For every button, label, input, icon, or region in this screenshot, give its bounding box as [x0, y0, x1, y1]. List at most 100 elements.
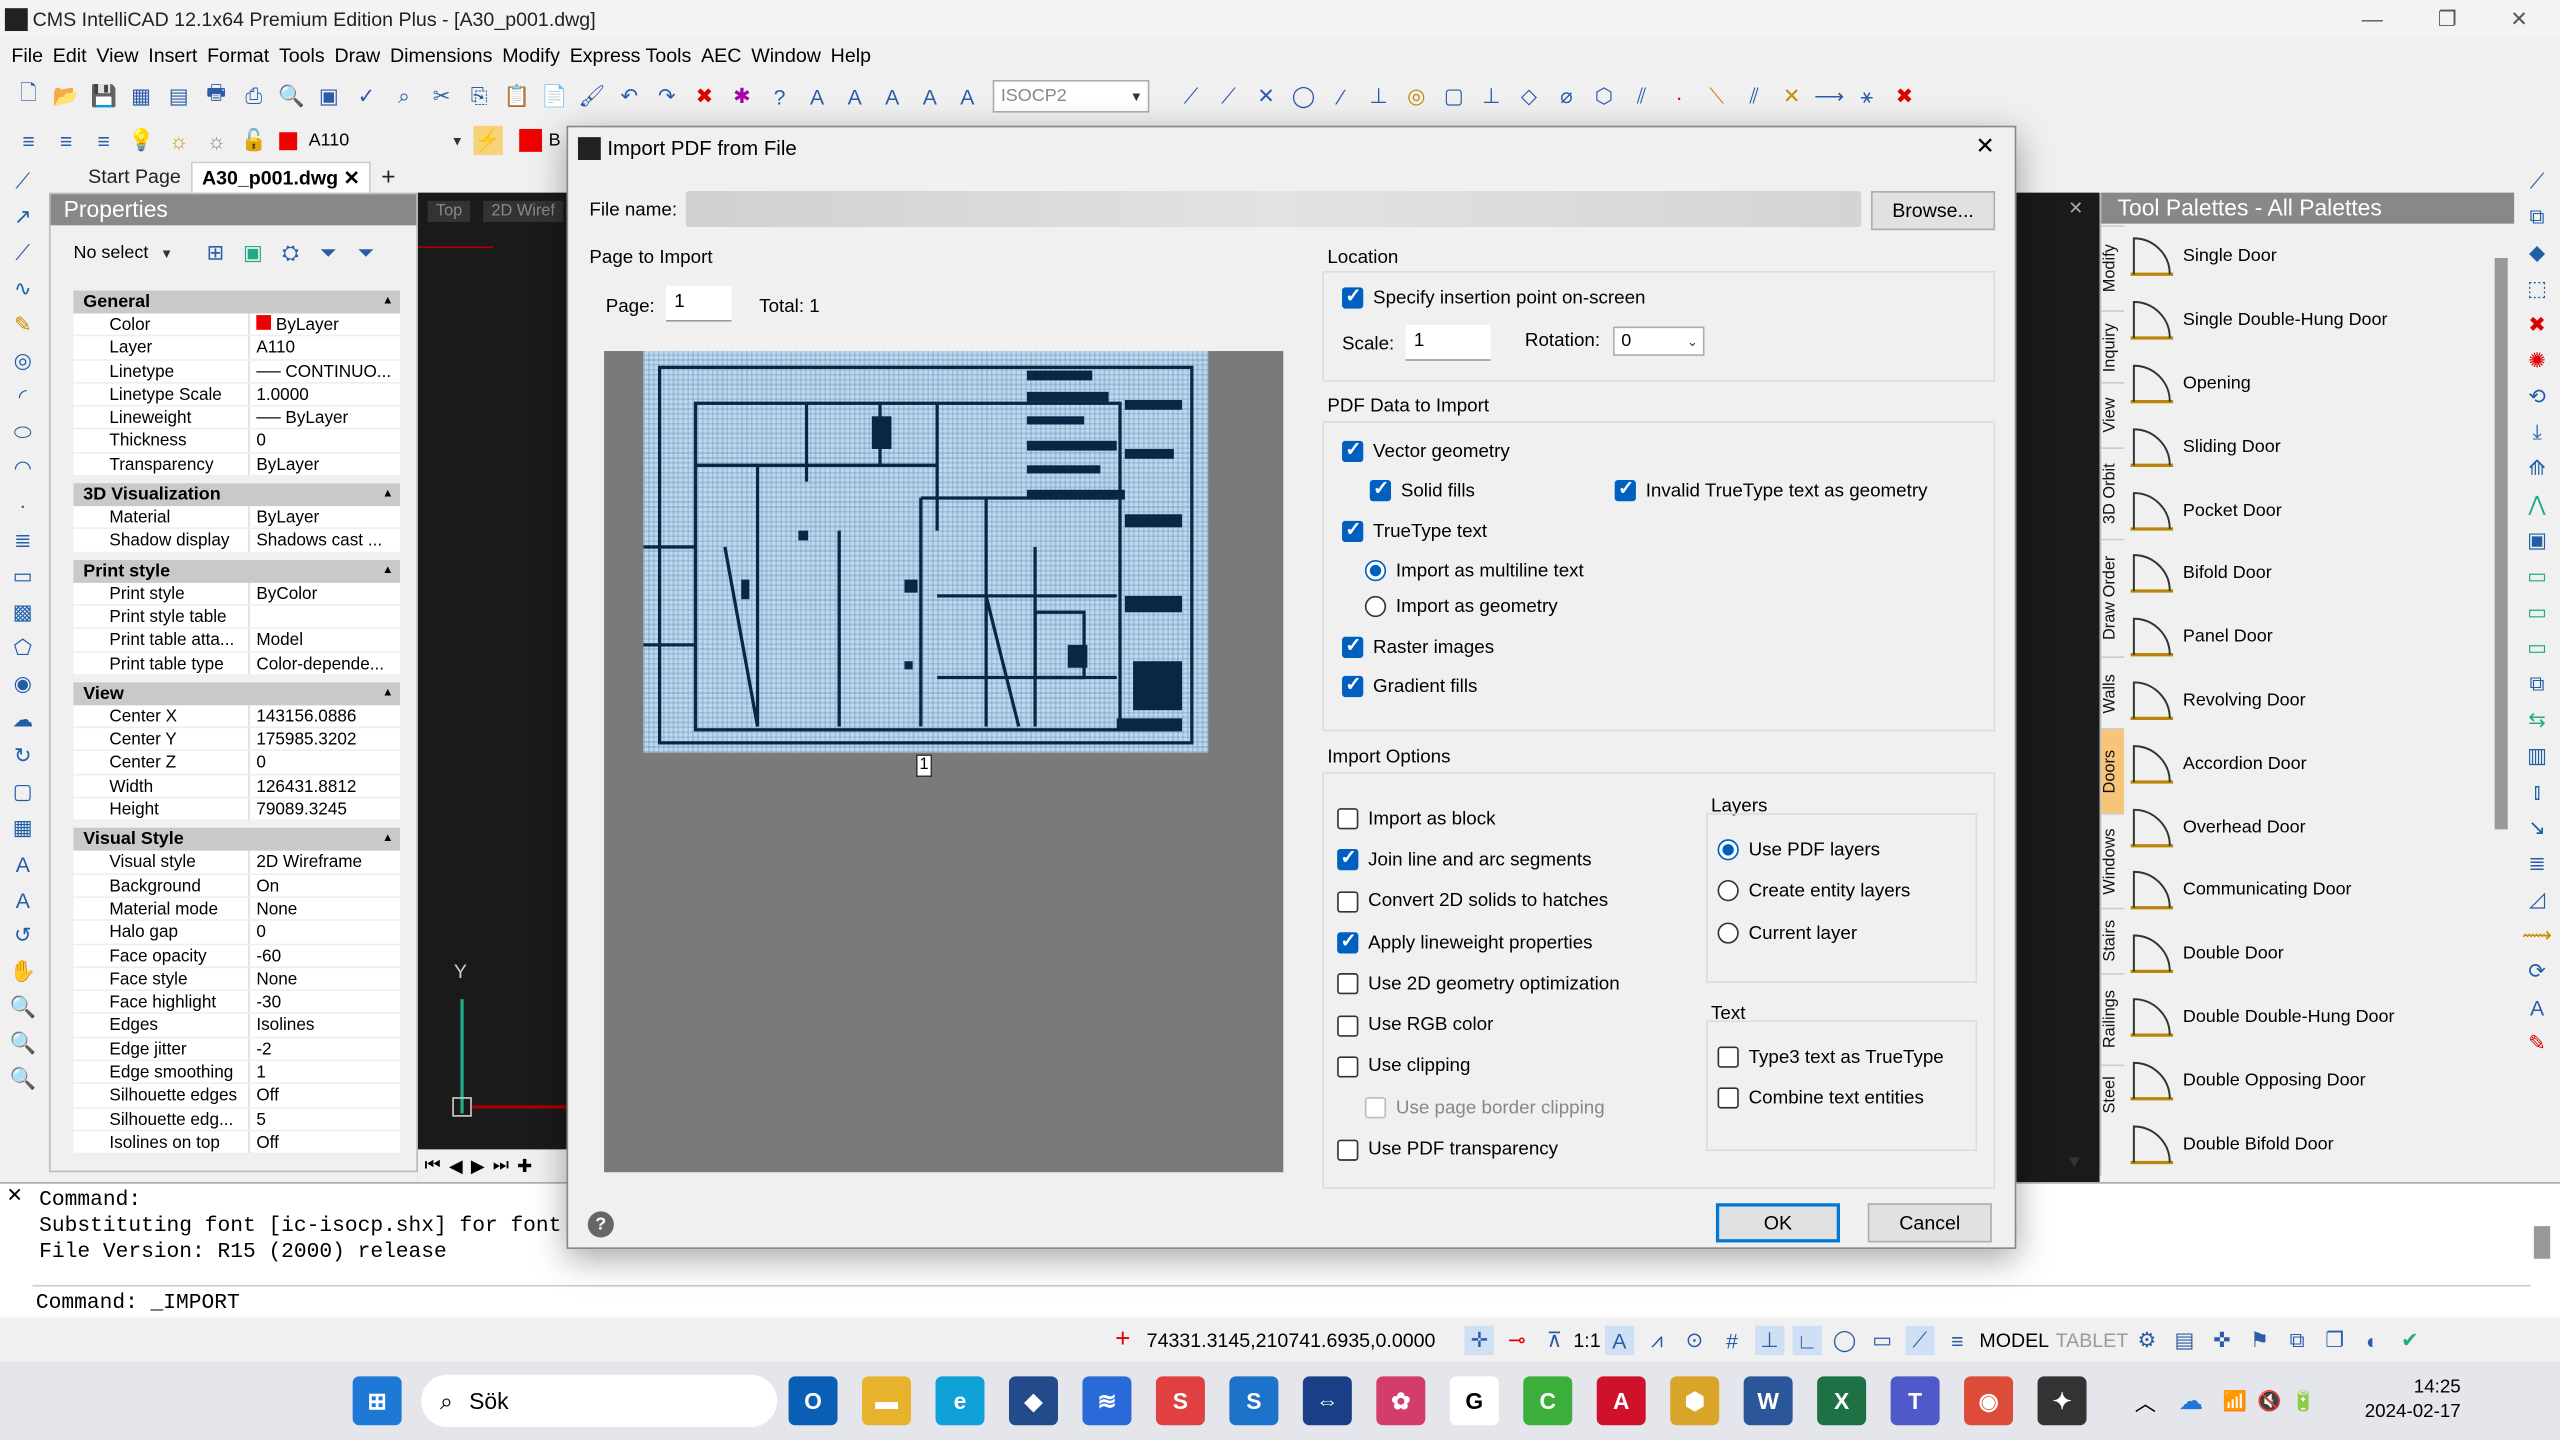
menu-help[interactable]: Help	[826, 44, 876, 67]
import-option-checkbox[interactable]	[1337, 846, 1359, 871]
arc-tool-icon[interactable]: ◜	[8, 382, 37, 411]
palette-tool-single-door[interactable]: Single Door	[2127, 225, 2489, 288]
save-all-icon[interactable]: ▦	[127, 82, 156, 111]
snap-nearest-icon[interactable]: ⌀	[1552, 82, 1581, 111]
find-icon[interactable]: ⌕	[389, 82, 418, 111]
last-layout-icon[interactable]: ⏭	[493, 1155, 509, 1176]
snap-tangent-icon[interactable]: ∕	[1327, 82, 1356, 111]
palette-tool-bifold-door[interactable]: Bifold Door	[2127, 542, 2489, 605]
spline-tool-icon[interactable]: ∿	[8, 274, 37, 303]
region-tool-icon[interactable]: ▩	[8, 598, 37, 627]
layer-state-icon[interactable]: ≡	[89, 126, 118, 155]
palette-tool-panel-door[interactable]: Panel Door	[2127, 605, 2489, 668]
palette-tab-walls[interactable]: Walls	[2101, 656, 2125, 729]
prop-row[interactable]: Center X 143156.0886	[73, 705, 400, 729]
status-viewport-icon[interactable]: ⧉	[2282, 1326, 2311, 1355]
prop-section-header[interactable]: Print style	[73, 559, 400, 583]
solid-fills-checkbox[interactable]	[1369, 477, 1392, 502]
explorer-icon[interactable]: ▬	[862, 1376, 912, 1426]
spellcheck-icon[interactable]: ✓	[352, 82, 381, 111]
sel-cycle-icon[interactable]: ≡	[1943, 1326, 1972, 1355]
prop-row[interactable]: Print style ByColor	[73, 582, 400, 606]
acrobat-icon[interactable]: A	[1596, 1376, 1646, 1426]
snap-parallel-icon[interactable]: ⫽	[1627, 82, 1656, 111]
import-option[interactable]: Use 2D geometry optimization	[1337, 964, 1620, 1005]
polygon-tool-icon[interactable]: ⬠	[8, 633, 37, 662]
text-fit-icon[interactable]: A	[953, 82, 982, 111]
palette-tool-pocket-door[interactable]: Pocket Door	[2127, 479, 2489, 542]
text-style-select[interactable]: ISOCP2 ▼	[992, 79, 1150, 113]
donut-tool-icon[interactable]: ◉	[8, 669, 37, 698]
import-option[interactable]: Use clipping	[1337, 1046, 1620, 1087]
menu-aec[interactable]: AEC	[696, 44, 746, 67]
palette-tab-inquiry[interactable]: Inquiry	[2101, 310, 2125, 383]
import-geometry-radio[interactable]	[1364, 595, 1387, 618]
filter-options-icon[interactable]: ⏷	[351, 238, 380, 267]
edit-text-icon[interactable]: A	[878, 82, 907, 111]
import-option[interactable]: Use page border clipping	[1364, 1087, 1620, 1128]
current-layer-radio[interactable]	[1717, 922, 1739, 944]
palette-tab-stairs[interactable]: Stairs	[2101, 907, 2125, 974]
app-map-icon[interactable]: ⬢	[1670, 1376, 1720, 1426]
prop-row[interactable]: Print table type Color-depende...	[73, 652, 400, 676]
text-icon[interactable]: A	[840, 82, 869, 111]
redo-icon[interactable]: ↷	[652, 82, 681, 111]
zoom-realtime-icon[interactable]: 🔍	[8, 993, 37, 1022]
status-ok-icon[interactable]: ✔	[2395, 1326, 2424, 1355]
specify-point-checkbox[interactable]	[1342, 284, 1364, 309]
delete-icon[interactable]: ✖	[690, 82, 719, 111]
dialog-close-icon[interactable]: ✕	[1976, 132, 1995, 160]
app-layers-icon[interactable]: ≋	[1082, 1376, 1132, 1426]
prop-row[interactable]: Isolines on top Off	[73, 1131, 400, 1155]
layer-manager-icon[interactable]: ≡	[14, 126, 43, 155]
solid-fills-option[interactable]: Solid fills	[1369, 477, 1475, 502]
cut-icon[interactable]: ✂	[427, 82, 456, 111]
mtext-tool-icon[interactable]: A	[8, 849, 37, 878]
clock[interactable]: 14:25 2024-02-17	[2365, 1376, 2461, 1425]
menu-modify[interactable]: Modify	[497, 44, 564, 67]
status-person-icon[interactable]: ⚑	[2245, 1326, 2274, 1355]
status-window-icon[interactable]: ❐	[2320, 1326, 2349, 1355]
viewport-scroll-icon[interactable]: ▼	[2065, 1153, 2083, 1173]
palette-tool-revolving-door[interactable]: Revolving Door	[2127, 669, 2489, 732]
ellipse-tool-icon[interactable]: ⬭	[8, 418, 37, 447]
prop-row[interactable]: Center Y 175985.3202	[73, 728, 400, 752]
command-close-icon[interactable]: ✕	[7, 1184, 23, 1207]
import-option-checkbox[interactable]	[1337, 1014, 1359, 1037]
prop-row[interactable]: Edges Isolines	[73, 1014, 400, 1038]
combine-text-option[interactable]: Combine text entities	[1717, 1087, 1924, 1109]
save-icon[interactable]: 💾	[89, 82, 118, 111]
text-style-icon[interactable]: A	[802, 82, 831, 111]
snap-intersection-icon[interactable]: ✕	[1251, 82, 1280, 111]
file-name-input[interactable]	[685, 191, 1862, 227]
model-toggle[interactable]: MODEL	[1979, 1329, 2049, 1352]
gradient-fills-checkbox[interactable]	[1342, 673, 1364, 698]
zoom-window-icon[interactable]: 🔍	[8, 1029, 37, 1058]
volume-icon[interactable]: 🔇	[2257, 1389, 2281, 1412]
rectangle-tool-icon[interactable]: ▭	[8, 562, 37, 591]
tray-chevron-icon[interactable]: ︿	[2135, 1385, 2156, 1416]
color-swatch[interactable]	[519, 128, 543, 152]
command-scrollbar[interactable]	[2533, 1226, 2551, 1259]
annotation-icon[interactable]: ⊼	[1540, 1326, 1569, 1355]
prop-row[interactable]: Print style table	[73, 605, 400, 630]
publish-icon[interactable]: ▤	[164, 82, 193, 111]
import-option-checkbox[interactable]	[1337, 890, 1359, 913]
prop-row[interactable]: Shadow display Shadows cast ...	[73, 529, 400, 553]
new-tab-button[interactable]: +	[371, 162, 405, 193]
array-tool-icon[interactable]: ✺	[2522, 346, 2551, 375]
palette-tab-doors[interactable]: Doors	[2101, 728, 2125, 814]
battery-icon[interactable]: 🔋	[2291, 1389, 2315, 1412]
prop-section-header[interactable]: Visual Style	[73, 828, 400, 852]
prop-row[interactable]: Print table atta... Model	[73, 629, 400, 653]
prop-section-header[interactable]: General	[73, 290, 400, 314]
prop-row[interactable]: Material ByLayer	[73, 506, 400, 530]
view-label-top[interactable]: Top	[427, 200, 471, 223]
text-tool-icon[interactable]: A	[8, 885, 37, 914]
palette-tool-opening[interactable]: Opening	[2127, 352, 2489, 415]
app-flower-icon[interactable]: ✿	[1376, 1376, 1426, 1426]
helix-tool-icon[interactable]: ↻	[8, 741, 37, 770]
edge-icon[interactable]: e	[935, 1376, 985, 1426]
gradient-fills-option[interactable]: Gradient fills	[1342, 673, 1477, 698]
splinedit-tool-icon[interactable]: ⟳	[2522, 957, 2551, 986]
